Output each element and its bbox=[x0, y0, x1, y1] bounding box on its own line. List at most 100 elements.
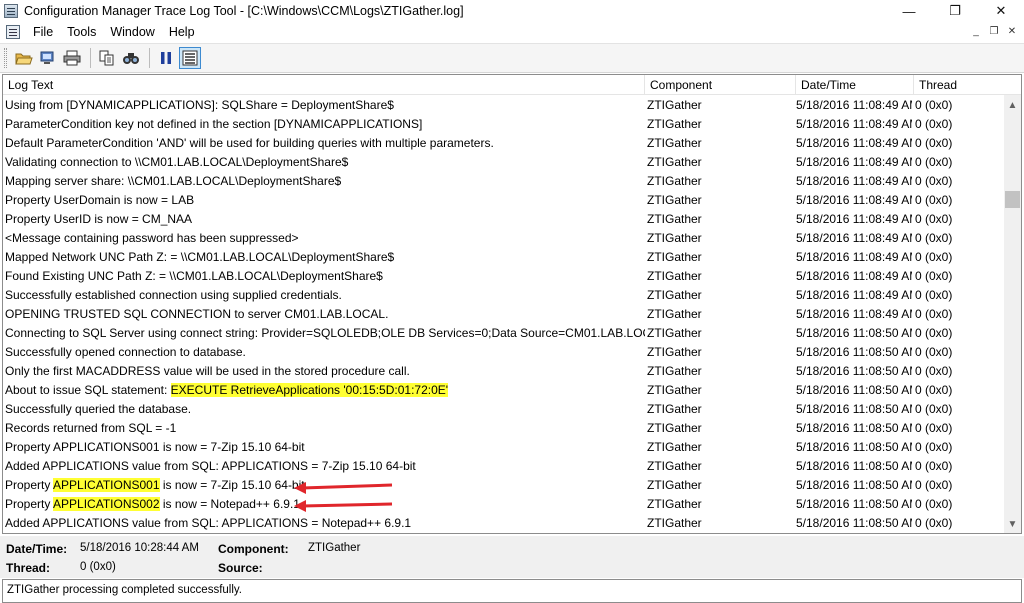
log-text-cell: OPENING TRUSTED SQL CONNECTION to server… bbox=[5, 305, 645, 324]
column-date-time[interactable]: Date/Time bbox=[796, 75, 914, 95]
document-icon[interactable] bbox=[6, 25, 20, 39]
table-row[interactable]: <Message containing password has been su… bbox=[3, 229, 995, 248]
column-component[interactable]: Component bbox=[645, 75, 796, 95]
log-text-cell: Mapped Network UNC Path Z: = \\CM01.LAB.… bbox=[5, 248, 645, 267]
table-row[interactable]: Property UserID is now = CM_NAA ZTIGather… bbox=[3, 210, 995, 229]
thread-cell: 0 (0x0) bbox=[915, 98, 953, 112]
date-time-cell: 5/18/2016 11:08:49 AM bbox=[796, 117, 912, 131]
mdi-restore-button[interactable]: ❐ bbox=[986, 25, 1002, 39]
log-text-cell: Property APPLICATIONS001 is now = 7-Zip … bbox=[5, 476, 645, 495]
table-row[interactable]: Found Existing UNC Path Z: = \\CM01.LAB.… bbox=[3, 267, 995, 286]
log-text: Property UserID is now = CM_NAA bbox=[5, 212, 193, 226]
table-row[interactable]: Successfully opened connection to databa… bbox=[3, 343, 995, 362]
copy-icon[interactable] bbox=[96, 47, 118, 69]
log-list[interactable]: Log Text Component Date/Time Thread Usin… bbox=[2, 74, 1022, 534]
log-text-cell: ParameterCondition key not defined in th… bbox=[5, 115, 645, 134]
table-row[interactable]: Successfully queried the database. ZTIGat… bbox=[3, 400, 995, 419]
menu-tools[interactable]: Tools bbox=[60, 22, 103, 42]
source-label: Source: bbox=[218, 561, 263, 575]
close-button[interactable]: ✕ bbox=[978, 0, 1024, 22]
date-time-cell: 5/18/2016 11:08:49 AM bbox=[796, 174, 912, 188]
highlight-view-icon[interactable] bbox=[179, 47, 201, 69]
minimize-button[interactable]: — bbox=[886, 0, 932, 22]
table-row[interactable]: Added APPLICATIONS value from SQL: APPLI… bbox=[3, 457, 995, 476]
log-text-cell: Property APPLICATIONS002 is now = Notepa… bbox=[5, 495, 645, 514]
column-header: Log Text Component Date/Time Thread bbox=[3, 75, 1021, 95]
thread-cell: 0 (0x0) bbox=[915, 364, 953, 378]
table-row[interactable]: Connecting to SQL Server using connect s… bbox=[3, 324, 995, 343]
log-text: Property bbox=[5, 478, 54, 492]
date-time-cell: 5/18/2016 11:08:50 AM bbox=[796, 478, 912, 492]
title-bar: Configuration Manager Trace Log Tool - [… bbox=[0, 0, 1024, 22]
print-icon[interactable] bbox=[61, 47, 83, 69]
component-cell: ZTIGather bbox=[647, 383, 702, 397]
component-cell: ZTIGather bbox=[647, 231, 702, 245]
column-log-text[interactable]: Log Text bbox=[3, 75, 645, 95]
open-remote-icon[interactable] bbox=[37, 47, 59, 69]
scroll-down-icon[interactable]: ▼ bbox=[1004, 516, 1021, 533]
message-box[interactable]: ZTIGather processing completed successfu… bbox=[2, 579, 1022, 603]
table-row[interactable]: Only the first MACADDRESS value will be … bbox=[3, 362, 995, 381]
date-time-cell: 5/18/2016 11:08:50 AM bbox=[796, 383, 912, 397]
highlighted-text: EXECUTE RetrieveApplications '00:15:5D:0… bbox=[170, 383, 449, 397]
log-text-cell: Added APPLICATIONS value from SQL: APPLI… bbox=[5, 514, 645, 533]
table-row[interactable]: Using from [DYNAMICAPPLICATIONS]: SQLSha… bbox=[3, 96, 995, 115]
component-cell: ZTIGather bbox=[647, 269, 702, 283]
open-icon[interactable] bbox=[13, 47, 35, 69]
datetime-value: 5/18/2016 10:28:44 AM bbox=[80, 542, 199, 554]
datetime-label: Date/Time: bbox=[6, 542, 68, 556]
log-text-cell: <Message containing password has been su… bbox=[5, 229, 645, 248]
window-title: Configuration Manager Trace Log Tool - [… bbox=[24, 4, 464, 18]
thread-cell: 0 (0x0) bbox=[915, 478, 953, 492]
column-thread[interactable]: Thread bbox=[914, 75, 1021, 95]
thread-label: Thread: bbox=[6, 561, 51, 575]
log-text: Property APPLICATIONS001 is now = 7-Zip … bbox=[5, 440, 305, 454]
date-time-cell: 5/18/2016 11:08:50 AM bbox=[796, 497, 912, 511]
table-row[interactable]: Mapping server share: \\CM01.LAB.LOCAL\D… bbox=[3, 172, 995, 191]
component-cell: ZTIGather bbox=[647, 478, 702, 492]
table-row[interactable]: Added APPLICATIONS value from SQL: APPLI… bbox=[3, 514, 995, 533]
table-row[interactable]: About to issue SQL statement: EXECUTE Re… bbox=[3, 381, 995, 400]
component-cell: ZTIGather bbox=[647, 174, 702, 188]
table-row[interactable]: Mapped Network UNC Path Z: = \\CM01.LAB.… bbox=[3, 248, 995, 267]
component-cell: ZTIGather bbox=[647, 402, 702, 416]
date-time-cell: 5/18/2016 11:08:49 AM bbox=[796, 269, 912, 283]
menu-file[interactable]: File bbox=[26, 22, 60, 42]
thread-cell: 0 (0x0) bbox=[915, 459, 953, 473]
log-text-cell: Property APPLICATIONS001 is now = 7-Zip … bbox=[5, 438, 645, 457]
thread-cell: 0 (0x0) bbox=[915, 269, 953, 283]
vertical-scrollbar[interactable]: ▲ ▼ bbox=[1004, 95, 1021, 533]
date-time-cell: 5/18/2016 11:08:49 AM bbox=[796, 136, 912, 150]
scroll-up-icon[interactable]: ▲ bbox=[1004, 97, 1021, 114]
table-row[interactable]: ParameterCondition key not defined in th… bbox=[3, 115, 995, 134]
table-row[interactable]: Property APPLICATIONS001 is now = 7-Zip … bbox=[3, 476, 995, 495]
thread-cell: 0 (0x0) bbox=[915, 345, 953, 359]
pause-icon[interactable] bbox=[155, 47, 177, 69]
restore-button[interactable]: ❐ bbox=[932, 0, 978, 22]
table-row[interactable]: Records returned from SQL = -1 ZTIGather 5… bbox=[3, 419, 995, 438]
find-icon[interactable] bbox=[120, 47, 142, 69]
log-text: OPENING TRUSTED SQL CONNECTION to server… bbox=[5, 307, 389, 321]
log-text-cell: Mapping server share: \\CM01.LAB.LOCAL\D… bbox=[5, 172, 645, 191]
scroll-thumb[interactable] bbox=[1005, 191, 1020, 208]
component-cell: ZTIGather bbox=[647, 364, 702, 378]
menu-window[interactable]: Window bbox=[103, 22, 161, 42]
log-text: Mapping server share: \\CM01.LAB.LOCAL\D… bbox=[5, 174, 342, 188]
thread-cell: 0 (0x0) bbox=[915, 117, 953, 131]
table-row[interactable]: Property APPLICATIONS001 is now = 7-Zip … bbox=[3, 438, 995, 457]
menu-help[interactable]: Help bbox=[162, 22, 202, 42]
table-row[interactable]: OPENING TRUSTED SQL CONNECTION to server… bbox=[3, 305, 995, 324]
table-row[interactable]: Property UserDomain is now = LAB ZTIGathe… bbox=[3, 191, 995, 210]
mdi-minimize-button[interactable]: _ bbox=[968, 25, 984, 39]
table-row[interactable]: Validating connection to \\CM01.LAB.LOCA… bbox=[3, 153, 995, 172]
thread-cell: 0 (0x0) bbox=[915, 231, 953, 245]
date-time-cell: 5/18/2016 11:08:50 AM bbox=[796, 440, 912, 454]
table-row[interactable]: Default ParameterCondition 'AND' will be… bbox=[3, 134, 995, 153]
mdi-close-button[interactable]: ✕ bbox=[1004, 25, 1020, 39]
table-row[interactable]: Successfully established connection usin… bbox=[3, 286, 995, 305]
table-row[interactable]: Property APPLICATIONS002 is now = Notepa… bbox=[3, 495, 995, 514]
toolbar-grip[interactable] bbox=[4, 48, 7, 68]
log-text-cell: Records returned from SQL = -1 bbox=[5, 419, 645, 438]
log-text-cell: Successfully queried the database. bbox=[5, 400, 645, 419]
thread-cell: 0 (0x0) bbox=[915, 440, 953, 454]
